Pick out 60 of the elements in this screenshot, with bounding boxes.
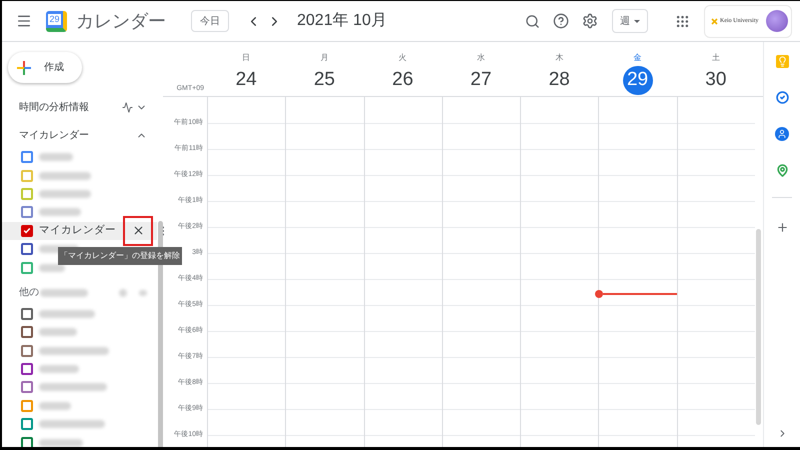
weekday-label: 水 <box>476 52 485 64</box>
scrollbar[interactable] <box>756 229 761 425</box>
calendar-checkbox[interactable] <box>21 418 33 430</box>
blurred-icon <box>139 290 147 296</box>
menu-icon[interactable] <box>16 13 32 29</box>
weekday-label: 金 <box>634 52 642 64</box>
org-logo-icon <box>711 18 718 24</box>
today-button[interactable]: 今日 <box>191 10 229 32</box>
day-number[interactable]: 26 <box>388 66 418 95</box>
plus-icon <box>17 60 31 74</box>
insights-label[interactable]: 時間の分析情報 <box>19 100 89 114</box>
weekday-label: 火 <box>398 52 407 64</box>
calendar-checkbox[interactable] <box>21 344 33 357</box>
chart-icon <box>122 102 133 112</box>
app-title: カレンダー <box>76 10 166 32</box>
day-number[interactable]: 25 <box>309 66 340 95</box>
view-select[interactable]: 週 <box>612 9 648 33</box>
calendar-checkbox[interactable] <box>21 170 33 182</box>
calendar-logo: 29 <box>46 10 67 32</box>
check-icon <box>23 226 31 236</box>
map-pin-icon[interactable] <box>776 164 788 177</box>
section-title[interactable]: マイカレンダー <box>19 128 89 142</box>
calendar-checkbox[interactable] <box>21 381 33 394</box>
caret-icon <box>634 20 640 22</box>
close-icon <box>132 224 144 238</box>
day-number[interactable]: 27 <box>466 66 496 95</box>
settings-icon[interactable] <box>582 13 598 29</box>
day-number[interactable]: 28 <box>544 66 574 95</box>
avatar <box>766 10 788 32</box>
day-number[interactable]: 24 <box>231 66 262 95</box>
calendar-checkbox[interactable] <box>21 326 33 338</box>
add-icon[interactable] <box>776 221 788 234</box>
weekday-label: 土 <box>712 52 720 64</box>
close-button[interactable] <box>123 216 153 246</box>
search-icon[interactable] <box>525 14 540 28</box>
person-icon[interactable] <box>775 127 789 141</box>
blurred-icon <box>119 288 127 297</box>
period-title: 2021年 10月 <box>297 11 387 31</box>
day-number[interactable]: 29 <box>622 66 653 95</box>
weekday-label: 月 <box>320 52 328 64</box>
calendar-checkbox[interactable] <box>21 308 33 320</box>
create-button[interactable]: 作成 <box>8 52 82 83</box>
calendar-checkbox[interactable] <box>21 206 33 218</box>
calendar-checkbox[interactable] <box>21 151 33 164</box>
calendar-checkbox[interactable] <box>21 262 33 274</box>
calendar-checkbox[interactable] <box>21 400 33 412</box>
check-circle-icon[interactable] <box>776 91 788 104</box>
unsubscribe-tooltip: 「マイカレンダー」の登録を解除 <box>58 246 182 265</box>
section-title[interactable]: 他の <box>19 285 39 300</box>
weekday-label: 木 <box>555 52 564 64</box>
calendar-checkbox[interactable] <box>21 224 33 237</box>
apps-icon[interactable] <box>675 14 690 28</box>
day-number[interactable]: 30 <box>700 66 731 95</box>
weekday-label: 日 <box>242 52 250 64</box>
calendar-checkbox[interactable] <box>21 363 33 376</box>
calendar-name[interactable]: マイカレンダー <box>39 222 116 239</box>
calendar-checkbox[interactable] <box>21 436 33 447</box>
calendar-checkbox[interactable] <box>21 188 33 200</box>
help-icon[interactable] <box>553 13 569 29</box>
calendar-checkbox[interactable] <box>21 243 33 256</box>
